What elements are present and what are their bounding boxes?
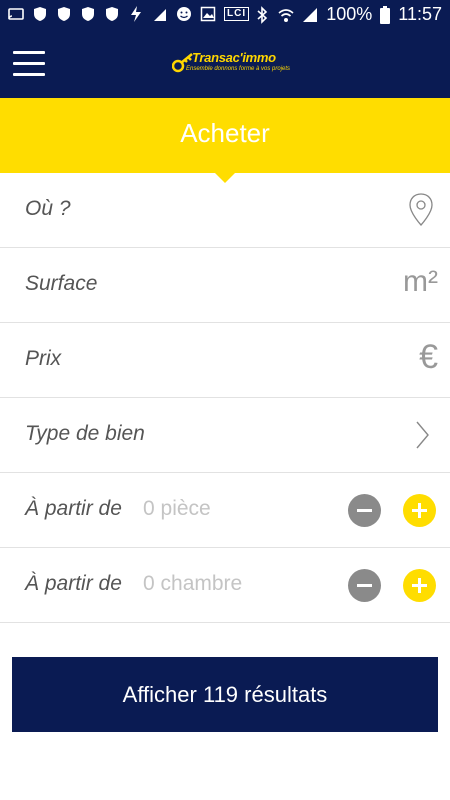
logo-text: Transac'immo	[192, 50, 276, 65]
rooms-value: 0 pièce	[143, 497, 211, 520]
battery-level: 100%	[326, 4, 373, 24]
rooms-increment-button[interactable]	[403, 494, 436, 527]
cast-icon	[8, 6, 24, 22]
shield-icon	[32, 6, 48, 22]
sweep-icon	[152, 6, 168, 22]
surface-label: Surface	[25, 272, 98, 295]
location-row[interactable]: Où ?	[0, 173, 450, 248]
system-status: 100% 11:57	[254, 4, 442, 25]
surface-row[interactable]: Surface m²	[0, 248, 450, 323]
rooms-row: À partir de 0 pièce	[0, 473, 450, 548]
flash-icon	[128, 6, 144, 22]
shield-icon	[104, 6, 120, 22]
bedrooms-increment-button[interactable]	[403, 569, 436, 602]
square-meter-icon: m²	[398, 264, 438, 302]
bedrooms-label: À partir de	[25, 572, 122, 595]
wifi-icon	[278, 6, 294, 24]
bedrooms-row: À partir de 0 chambre	[0, 548, 450, 623]
euro-icon: €	[398, 339, 438, 377]
status-bar: LCI 100% 11:57	[0, 0, 450, 30]
bedrooms-value: 0 chambre	[143, 572, 243, 595]
tab-buy[interactable]: Acheter	[0, 98, 450, 173]
menu-icon[interactable]	[13, 49, 45, 77]
location-label: Où ?	[25, 197, 71, 220]
rooms-decrement-button[interactable]	[348, 494, 381, 527]
signal-icon	[302, 6, 318, 24]
rooms-label: À partir de	[25, 497, 122, 520]
location-pin-icon	[406, 191, 436, 229]
shield-icon	[80, 6, 96, 22]
gallery-icon	[200, 6, 216, 22]
notification-icons: LCI	[8, 6, 250, 22]
bedrooms-decrement-button[interactable]	[348, 569, 381, 602]
tab-title: Acheter	[180, 118, 270, 148]
price-label: Prix	[25, 347, 62, 370]
face-icon	[176, 6, 192, 22]
bluetooth-icon	[254, 5, 270, 24]
chevron-right-icon	[406, 416, 436, 454]
surface-unit: m²	[403, 265, 438, 298]
clock: 11:57	[398, 4, 442, 24]
price-row[interactable]: Prix €	[0, 323, 450, 398]
property-type-row[interactable]: Type de bien	[0, 398, 450, 473]
app-header: Transac'immo Ensemble donnons forme à vo…	[0, 30, 450, 98]
logo-tagline: Ensemble donnons forme à vos projets	[186, 66, 291, 72]
price-unit: €	[419, 338, 438, 376]
battery-icon	[380, 5, 391, 24]
show-results-button[interactable]: Afficher 119 résultats	[12, 657, 438, 732]
shield-icon	[56, 6, 72, 22]
brand-logo: Transac'immo Ensemble donnons forme à vo…	[172, 50, 290, 78]
property-type-label: Type de bien	[25, 422, 145, 445]
network-badge: LCI	[224, 7, 250, 21]
